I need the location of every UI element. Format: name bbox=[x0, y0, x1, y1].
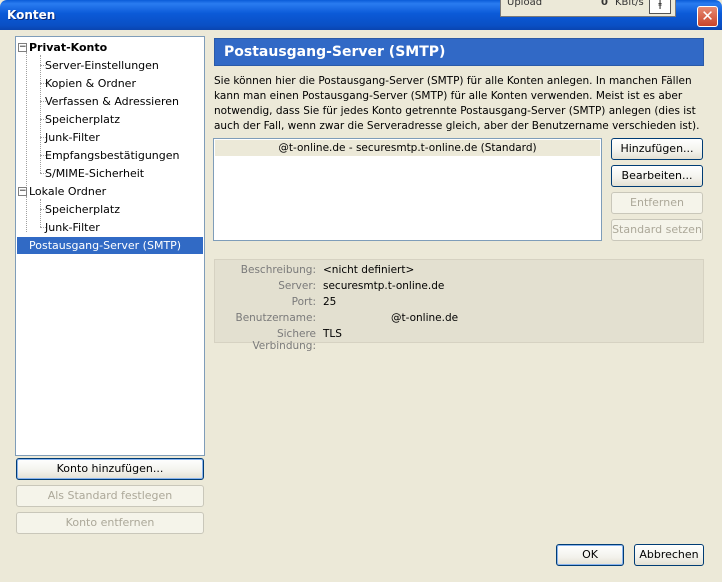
server-value: securesmtp.t-online.de bbox=[323, 280, 445, 292]
cancel-button[interactable]: Abbrechen bbox=[634, 544, 704, 566]
collapse-icon[interactable]: − bbox=[18, 187, 27, 196]
panel-title: Postausgang-Server (SMTP) bbox=[214, 38, 704, 66]
tree-item-smime[interactable]: S/MIME-Sicherheit bbox=[45, 165, 144, 182]
smtp-server-list[interactable]: @t-online.de - securesmtp.t-online.de (S… bbox=[213, 138, 602, 241]
add-account-button[interactable]: Konto hinzufügen... bbox=[16, 458, 204, 480]
tree-line bbox=[40, 199, 41, 227]
add-server-button[interactable]: Hinzufügen... bbox=[611, 138, 703, 160]
edit-server-button[interactable]: Bearbeiten... bbox=[611, 165, 703, 187]
username-label: Benutzername: bbox=[235, 312, 316, 324]
port-label: Port: bbox=[291, 296, 316, 308]
remove-account-button[interactable]: Konto entfernen bbox=[16, 512, 204, 534]
tree-account-privat[interactable]: Privat-Konto bbox=[29, 39, 107, 56]
account-tree[interactable]: − Privat-Konto Server-Einstellungen Kopi… bbox=[15, 36, 205, 456]
tree-item-composition[interactable]: Verfassen & Adressieren bbox=[45, 93, 179, 110]
server-label: Server: bbox=[278, 280, 316, 292]
tree-item-disk-space[interactable]: Speicherplatz bbox=[45, 111, 120, 128]
set-default-server-button[interactable]: Standard setzen bbox=[611, 219, 703, 241]
close-icon[interactable]: ✕ bbox=[697, 6, 718, 27]
tree-item-return-receipts[interactable]: Empfangsbestätigungen bbox=[45, 147, 180, 164]
upload-label: Upload bbox=[507, 0, 543, 8]
tree-item-server-settings[interactable]: Server-Einstellungen bbox=[45, 57, 159, 74]
smtp-server-row[interactable]: @t-online.de - securesmtp.t-online.de (S… bbox=[215, 140, 600, 156]
username-value: @t-online.de bbox=[391, 312, 459, 324]
port-value: 25 bbox=[323, 296, 337, 308]
description-label: Beschreibung: bbox=[240, 264, 316, 276]
tree-account-local-folders[interactable]: Lokale Ordner bbox=[29, 183, 106, 200]
description-value: <nicht definiert> bbox=[323, 264, 415, 276]
window-title: Konten bbox=[7, 8, 56, 22]
tree-item-outgoing-server[interactable]: Postausgang-Server (SMTP) bbox=[17, 237, 203, 254]
tree-line bbox=[26, 196, 27, 232]
tree-item-copies-folders[interactable]: Kopien & Ordner bbox=[45, 75, 136, 92]
tree-item-local-disk-space[interactable]: Speicherplatz bbox=[45, 201, 120, 218]
tool-icon[interactable]: ⱡ bbox=[649, 0, 671, 14]
panel-description: Sie können hier die Postausgang-Server (… bbox=[214, 75, 700, 132]
tree-item-junk-filter[interactable]: Junk-Filter bbox=[45, 129, 100, 146]
tree-item-local-junk-filter[interactable]: Junk-Filter bbox=[45, 219, 100, 236]
tree-line bbox=[26, 52, 27, 196]
secure-connection-label: Sichere Verbindung: bbox=[252, 328, 316, 352]
set-default-account-button[interactable]: Als Standard festlegen bbox=[16, 485, 204, 507]
secure-connection-value: TLS bbox=[323, 328, 342, 340]
upload-meter: Upload 0 KBit/s ⱡ bbox=[500, 0, 676, 17]
ok-button[interactable]: OK bbox=[556, 544, 624, 566]
upload-unit: KBit/s bbox=[615, 0, 644, 8]
server-details: Beschreibung: <nicht definiert> Server: … bbox=[214, 259, 704, 352]
upload-value: 0 bbox=[601, 0, 608, 8]
remove-server-button[interactable]: Entfernen bbox=[611, 192, 703, 214]
collapse-icon[interactable]: − bbox=[18, 43, 27, 52]
